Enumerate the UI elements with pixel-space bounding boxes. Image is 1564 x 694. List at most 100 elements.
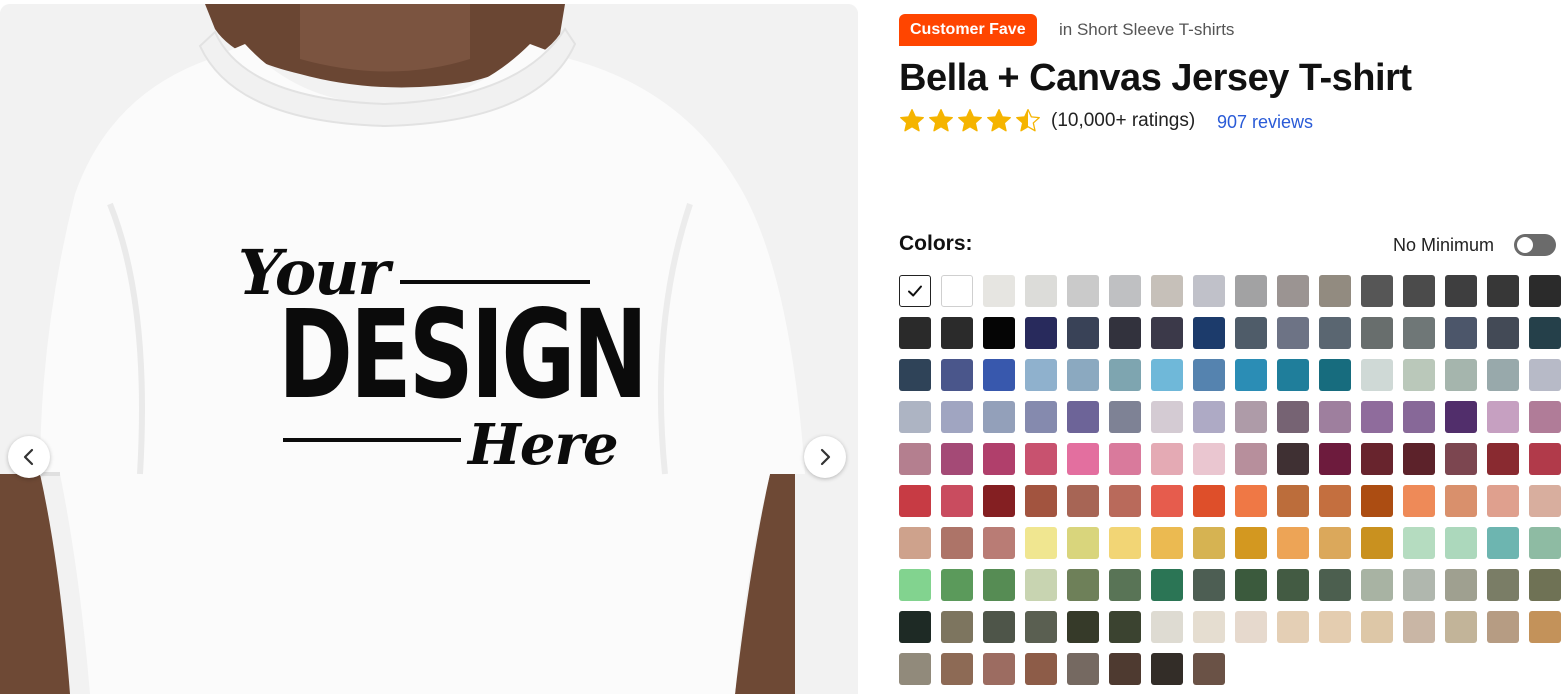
color-swatch[interactable] <box>1445 611 1477 643</box>
color-swatch[interactable] <box>1109 611 1141 643</box>
color-swatch[interactable] <box>1193 527 1225 559</box>
color-swatch[interactable] <box>1277 275 1309 307</box>
color-swatch[interactable] <box>1361 359 1393 391</box>
color-swatch[interactable] <box>983 569 1015 601</box>
color-swatch[interactable] <box>1319 317 1351 349</box>
color-swatch[interactable] <box>941 653 973 685</box>
color-swatch[interactable] <box>1151 527 1183 559</box>
color-swatch[interactable] <box>1529 443 1561 475</box>
color-swatch[interactable] <box>1403 485 1435 517</box>
color-swatch[interactable] <box>1025 401 1057 433</box>
color-swatch[interactable] <box>1487 611 1519 643</box>
color-swatch[interactable] <box>983 401 1015 433</box>
color-swatch[interactable] <box>1109 275 1141 307</box>
color-swatch[interactable] <box>1487 569 1519 601</box>
color-swatch[interactable] <box>983 275 1015 307</box>
next-image-button[interactable] <box>804 436 846 478</box>
color-swatch[interactable] <box>1067 527 1099 559</box>
color-swatch[interactable] <box>1193 359 1225 391</box>
color-swatch[interactable] <box>1277 443 1309 475</box>
color-swatch[interactable] <box>1529 317 1561 349</box>
color-swatch[interactable] <box>1067 443 1099 475</box>
color-swatch[interactable] <box>1319 359 1351 391</box>
color-swatch[interactable] <box>1067 611 1099 643</box>
color-swatch[interactable] <box>1361 443 1393 475</box>
color-swatch[interactable] <box>1445 401 1477 433</box>
color-swatch[interactable] <box>1361 611 1393 643</box>
color-swatch[interactable] <box>899 485 931 517</box>
color-swatch[interactable] <box>1109 569 1141 601</box>
color-swatch[interactable] <box>1277 611 1309 643</box>
color-swatch[interactable] <box>1025 527 1057 559</box>
color-swatch[interactable] <box>1403 569 1435 601</box>
color-swatch[interactable] <box>1067 359 1099 391</box>
color-swatch[interactable] <box>1403 401 1435 433</box>
color-swatch[interactable] <box>1529 527 1561 559</box>
color-swatch[interactable] <box>1445 485 1477 517</box>
color-swatch[interactable] <box>1151 653 1183 685</box>
color-swatch[interactable] <box>983 485 1015 517</box>
color-swatch[interactable] <box>1445 359 1477 391</box>
color-swatch[interactable] <box>1235 359 1267 391</box>
color-swatch[interactable] <box>1193 275 1225 307</box>
color-swatch[interactable] <box>1529 275 1561 307</box>
color-swatch[interactable] <box>1151 569 1183 601</box>
color-swatch[interactable] <box>1529 359 1561 391</box>
color-swatch[interactable] <box>1193 569 1225 601</box>
color-swatch[interactable] <box>1487 443 1519 475</box>
color-swatch[interactable] <box>1361 275 1393 307</box>
color-swatch[interactable] <box>899 317 931 349</box>
color-swatch[interactable] <box>1193 611 1225 643</box>
color-swatch[interactable] <box>899 443 931 475</box>
color-swatch[interactable] <box>899 569 931 601</box>
color-swatch[interactable] <box>1109 653 1141 685</box>
color-swatch[interactable] <box>899 611 931 643</box>
color-swatch[interactable] <box>1025 569 1057 601</box>
color-swatch[interactable] <box>1151 359 1183 391</box>
color-swatch[interactable] <box>1109 401 1141 433</box>
color-swatch[interactable] <box>941 527 973 559</box>
color-swatch[interactable] <box>899 653 931 685</box>
color-swatch[interactable] <box>1151 485 1183 517</box>
color-swatch[interactable] <box>1277 359 1309 391</box>
color-swatch[interactable] <box>899 527 931 559</box>
color-swatch[interactable] <box>1151 275 1183 307</box>
color-swatch[interactable] <box>1277 527 1309 559</box>
color-swatch[interactable] <box>1151 443 1183 475</box>
color-swatch[interactable] <box>983 359 1015 391</box>
color-swatch[interactable] <box>1193 653 1225 685</box>
color-swatch[interactable] <box>1193 443 1225 475</box>
color-swatch[interactable] <box>1235 485 1267 517</box>
color-swatch[interactable] <box>1445 527 1477 559</box>
color-swatch[interactable] <box>1025 653 1057 685</box>
color-swatch[interactable] <box>1235 275 1267 307</box>
color-swatch[interactable] <box>1067 485 1099 517</box>
color-swatch[interactable] <box>1151 401 1183 433</box>
color-swatch[interactable] <box>1361 569 1393 601</box>
color-swatch[interactable] <box>1067 275 1099 307</box>
color-swatch[interactable] <box>1025 359 1057 391</box>
color-swatch[interactable] <box>899 401 931 433</box>
color-swatch[interactable] <box>1067 401 1099 433</box>
color-swatch[interactable] <box>941 569 973 601</box>
color-swatch[interactable] <box>941 401 973 433</box>
color-swatch[interactable] <box>1235 443 1267 475</box>
color-swatch[interactable] <box>1235 401 1267 433</box>
color-swatch[interactable] <box>899 275 931 307</box>
color-swatch[interactable] <box>1235 317 1267 349</box>
color-swatch[interactable] <box>1361 485 1393 517</box>
color-swatch[interactable] <box>983 443 1015 475</box>
color-swatch[interactable] <box>899 359 931 391</box>
color-swatch[interactable] <box>1277 401 1309 433</box>
color-swatch[interactable] <box>1529 485 1561 517</box>
color-swatch[interactable] <box>1109 443 1141 475</box>
color-swatch[interactable] <box>1529 401 1561 433</box>
color-swatch[interactable] <box>1487 527 1519 559</box>
color-swatch[interactable] <box>1445 317 1477 349</box>
color-swatch[interactable] <box>983 611 1015 643</box>
color-swatch[interactable] <box>1445 569 1477 601</box>
color-swatch[interactable] <box>1277 317 1309 349</box>
color-swatch[interactable] <box>1403 359 1435 391</box>
category-text[interactable]: in Short Sleeve T-shirts <box>1059 19 1234 41</box>
color-swatch[interactable] <box>1193 485 1225 517</box>
